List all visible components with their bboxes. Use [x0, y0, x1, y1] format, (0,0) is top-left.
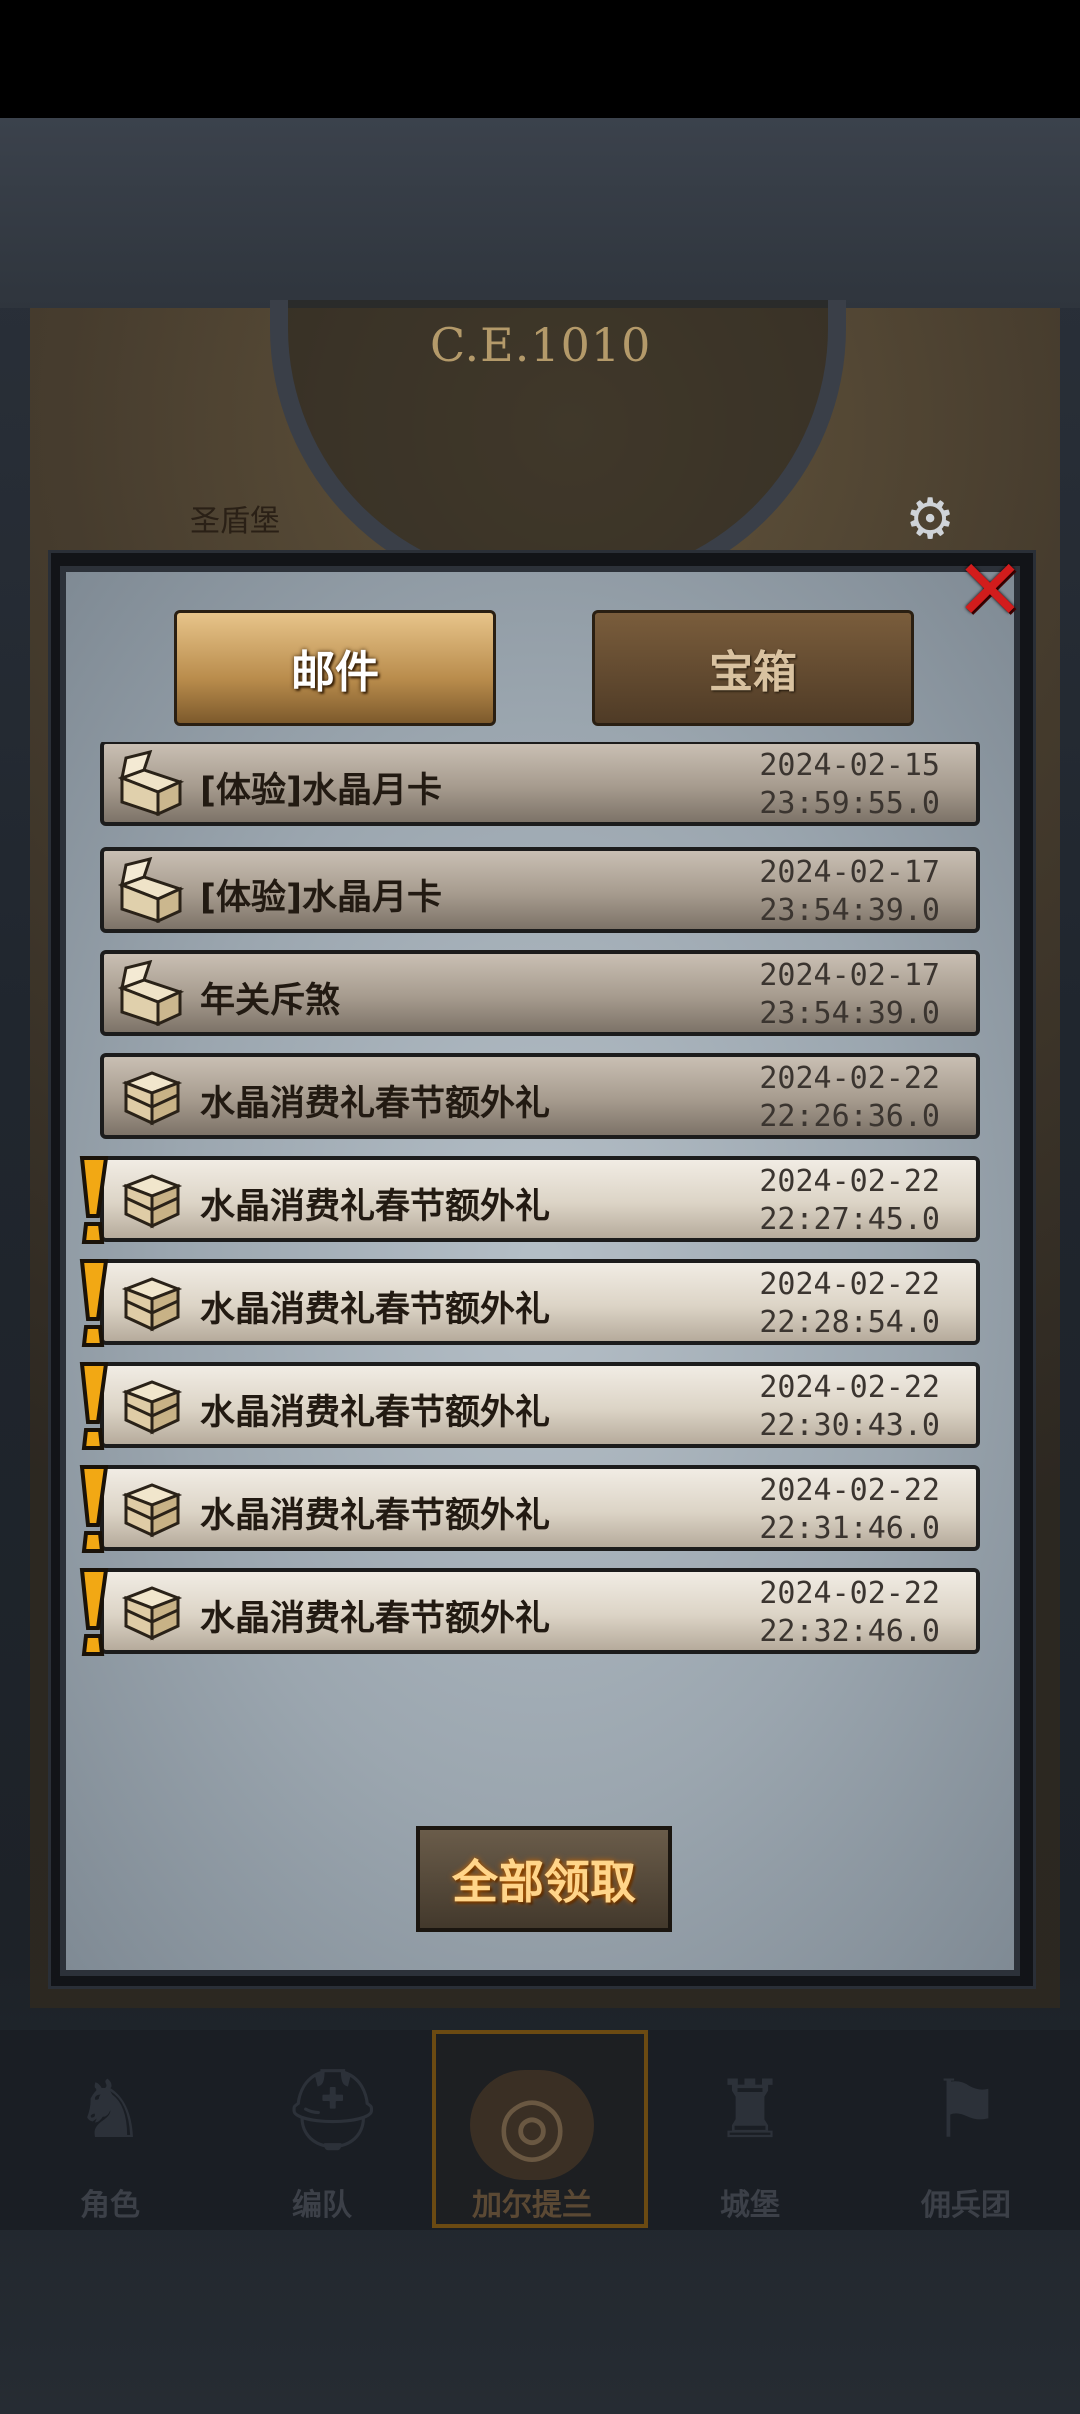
mail-time: 22:32:46.0: [759, 1614, 940, 1649]
close-icon: ✕: [954, 541, 1026, 639]
mail-item[interactable]: [体验]水晶月卡 2024-02-17 23:54:39.0: [100, 847, 980, 933]
mail-date: 2024-02-15: [759, 748, 940, 783]
nav-item-2[interactable]: ◎ 加尔提兰: [432, 2040, 632, 2230]
mail-item[interactable]: 水晶消费礼春节额外礼 2024-02-22 22:31:46.0: [79, 1465, 980, 1553]
mail-date: 2024-02-22: [759, 1267, 940, 1302]
nav-label: 角色: [80, 2188, 140, 2223]
nav-label: 编队: [292, 2188, 352, 2223]
mail-title: [体验]水晶月卡: [200, 878, 442, 918]
mail-date: 2024-02-22: [759, 1370, 940, 1405]
mail-time: 23:54:39.0: [759, 893, 940, 928]
mail-time: 22:30:43.0: [759, 1408, 940, 1443]
mail-title: [体验]水晶月卡: [200, 771, 442, 811]
nav-item-3[interactable]: ♜ 城堡: [650, 2040, 850, 2230]
mail-item[interactable]: 水晶消费礼春节额外礼 2024-02-22 22:32:46.0: [79, 1568, 980, 1656]
closed-chest-icon: [116, 1372, 186, 1438]
mail-item[interactable]: 水晶消费礼春节额外礼 2024-02-22 22:30:43.0: [79, 1362, 980, 1450]
mail-date: 2024-02-22: [759, 1576, 940, 1611]
open-chest-icon: [116, 959, 186, 1027]
nav-item-1[interactable]: ⛑ 编队: [222, 2040, 422, 2230]
unread-alert-icon: [76, 1360, 112, 1454]
mail-item[interactable]: [体验]水晶月卡 2024-02-15 23:59:55.0: [100, 742, 980, 826]
nav-item-0[interactable]: ♞ 角色: [10, 2040, 210, 2230]
mail-date: 2024-02-22: [759, 1473, 940, 1508]
mail-time: 22:26:36.0: [759, 1099, 940, 1134]
mail-title: 水晶消费礼春节额外礼: [200, 1393, 551, 1433]
mercenary-icon: ⚑: [930, 2063, 1002, 2156]
mail-date: 2024-02-22: [759, 1164, 940, 1199]
unread-alert-icon: [76, 1154, 112, 1248]
knight-icon: ♞: [74, 2063, 146, 2156]
mail-title: 水晶消费礼春节额外礼: [200, 1084, 551, 1124]
mail-time: 22:27:45.0: [759, 1202, 940, 1237]
unread-alert-icon: [76, 1257, 112, 1351]
helmet-icon: ⛑: [282, 2063, 384, 2156]
closed-chest-icon: [116, 1269, 186, 1335]
closed-chest-icon: [116, 1578, 186, 1644]
closed-chest-icon: [116, 1475, 186, 1541]
mail-date: 2024-02-17: [759, 855, 940, 890]
tab-chest[interactable]: 宝箱: [592, 610, 914, 726]
world-medallion-icon: ◎: [470, 2070, 594, 2180]
closed-chest-icon: [116, 1166, 186, 1232]
mail-title: 水晶消费礼春节额外礼: [200, 1496, 551, 1536]
top-banner-area: [0, 118, 1080, 308]
mail-date: 2024-02-17: [759, 958, 940, 993]
mail-item[interactable]: 水晶消费礼春节额外礼 2024-02-22 22:28:54.0: [79, 1259, 980, 1347]
mail-title: 年关斥煞: [200, 981, 341, 1021]
mail-time: 23:59:55.0: [759, 786, 940, 821]
claim-all-button[interactable]: 全部领取: [416, 1826, 672, 1932]
mail-time: 23:54:39.0: [759, 996, 940, 1031]
unread-alert-icon: [76, 1566, 112, 1660]
unread-alert-icon: [76, 1463, 112, 1557]
mail-title: 水晶消费礼春节额外礼: [200, 1290, 551, 1330]
mail-time: 22:31:46.0: [759, 1511, 940, 1546]
mail-date: 2024-02-22: [759, 1061, 940, 1096]
nav-label: 佣兵团: [921, 2188, 1011, 2223]
nav-item-4[interactable]: ⚑ 佣兵团: [866, 2040, 1066, 2230]
location-label: 圣盾堡: [190, 504, 280, 539]
year-label: C.E.1010: [430, 318, 652, 372]
mail-title: 水晶消费礼春节额外礼: [200, 1187, 551, 1227]
closed-chest-icon: [116, 1063, 186, 1129]
close-button[interactable]: ✕: [950, 548, 1030, 632]
open-chest-icon: [116, 856, 186, 924]
nav-label: 加尔提兰: [472, 2188, 592, 2223]
nav-label: 城堡: [720, 2188, 780, 2223]
mail-item[interactable]: 年关斥煞 2024-02-17 23:54:39.0: [100, 950, 980, 1036]
mail-list[interactable]: [体验]水晶月卡 2024-02-15 23:59:55.0 [体验]水晶月卡 2024…: [66, 742, 1014, 1782]
mail-time: 22:28:54.0: [759, 1305, 940, 1340]
mail-item[interactable]: 水晶消费礼春节额外礼 2024-02-22 22:27:45.0: [79, 1156, 980, 1244]
mail-title: 水晶消费礼春节额外礼: [200, 1599, 551, 1639]
tab-mail[interactable]: 邮件: [174, 610, 496, 726]
mail-item[interactable]: 水晶消费礼春节额外礼 2024-02-22 22:26:36.0: [100, 1053, 980, 1139]
castle-icon: ♜: [714, 2063, 786, 2156]
open-chest-icon: [116, 749, 186, 817]
